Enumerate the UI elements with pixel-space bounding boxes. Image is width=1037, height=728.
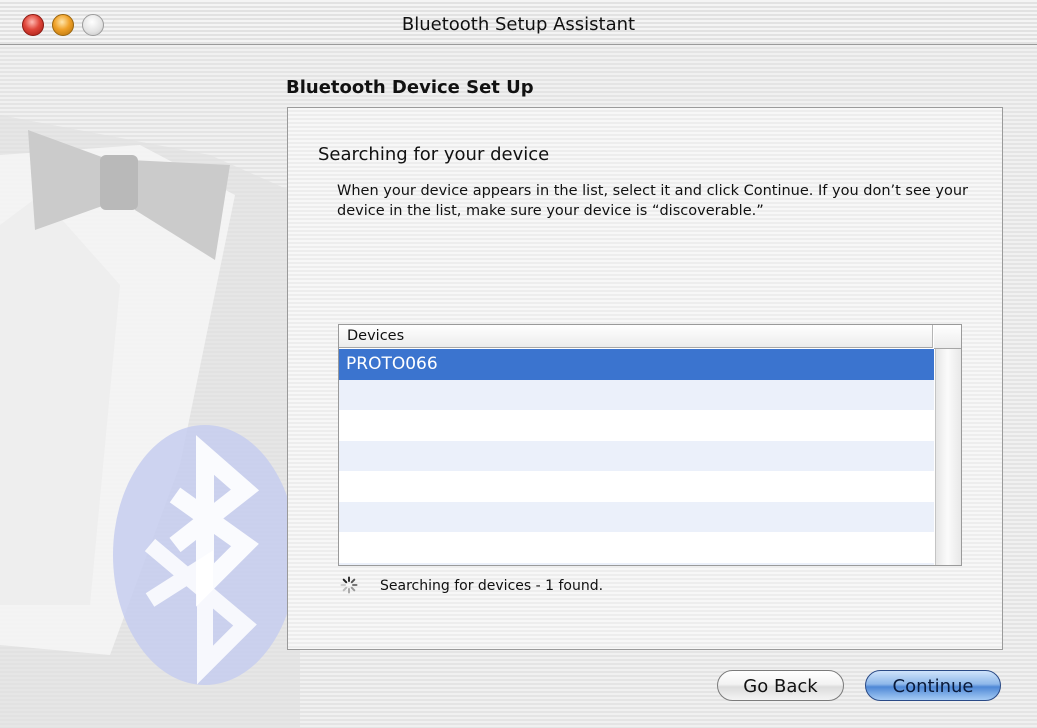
empty-row	[339, 410, 934, 441]
continue-button[interactable]: Continue	[865, 670, 1001, 701]
devices-column-header[interactable]: Devices	[339, 325, 933, 348]
list-header-corner	[934, 325, 961, 349]
empty-row	[339, 379, 934, 410]
bluetooth-logo	[113, 425, 297, 685]
empty-row	[339, 501, 934, 532]
window-title: Bluetooth Setup Assistant	[401, 14, 636, 35]
empty-row	[339, 562, 934, 565]
status-text: Searching for devices - 1 found.	[380, 578, 604, 594]
window-content: Bluetooth Device Set Up Searching for yo…	[0, 45, 1037, 728]
section-title: Bluetooth Device Set Up	[286, 77, 534, 98]
title-bar: Bluetooth Setup Assistant	[0, 0, 1037, 45]
go-back-button[interactable]: Go Back	[717, 670, 844, 701]
empty-row	[339, 532, 934, 563]
panel-heading: Searching for your device	[318, 144, 550, 165]
spinner-icon	[340, 576, 358, 594]
bluetooth-tuxedo-artwork	[0, 115, 300, 728]
device-rows: PROTO066	[339, 349, 934, 565]
device-list[interactable]: Devices PROTO066	[338, 324, 962, 566]
empty-row	[339, 440, 934, 471]
search-panel: Searching for your device When your devi…	[287, 107, 1003, 650]
empty-row	[339, 471, 934, 502]
vertical-scrollbar[interactable]	[935, 349, 961, 565]
device-row-proto066[interactable]: PROTO066	[339, 349, 934, 380]
panel-description: When your device appears in the list, se…	[337, 183, 969, 219]
